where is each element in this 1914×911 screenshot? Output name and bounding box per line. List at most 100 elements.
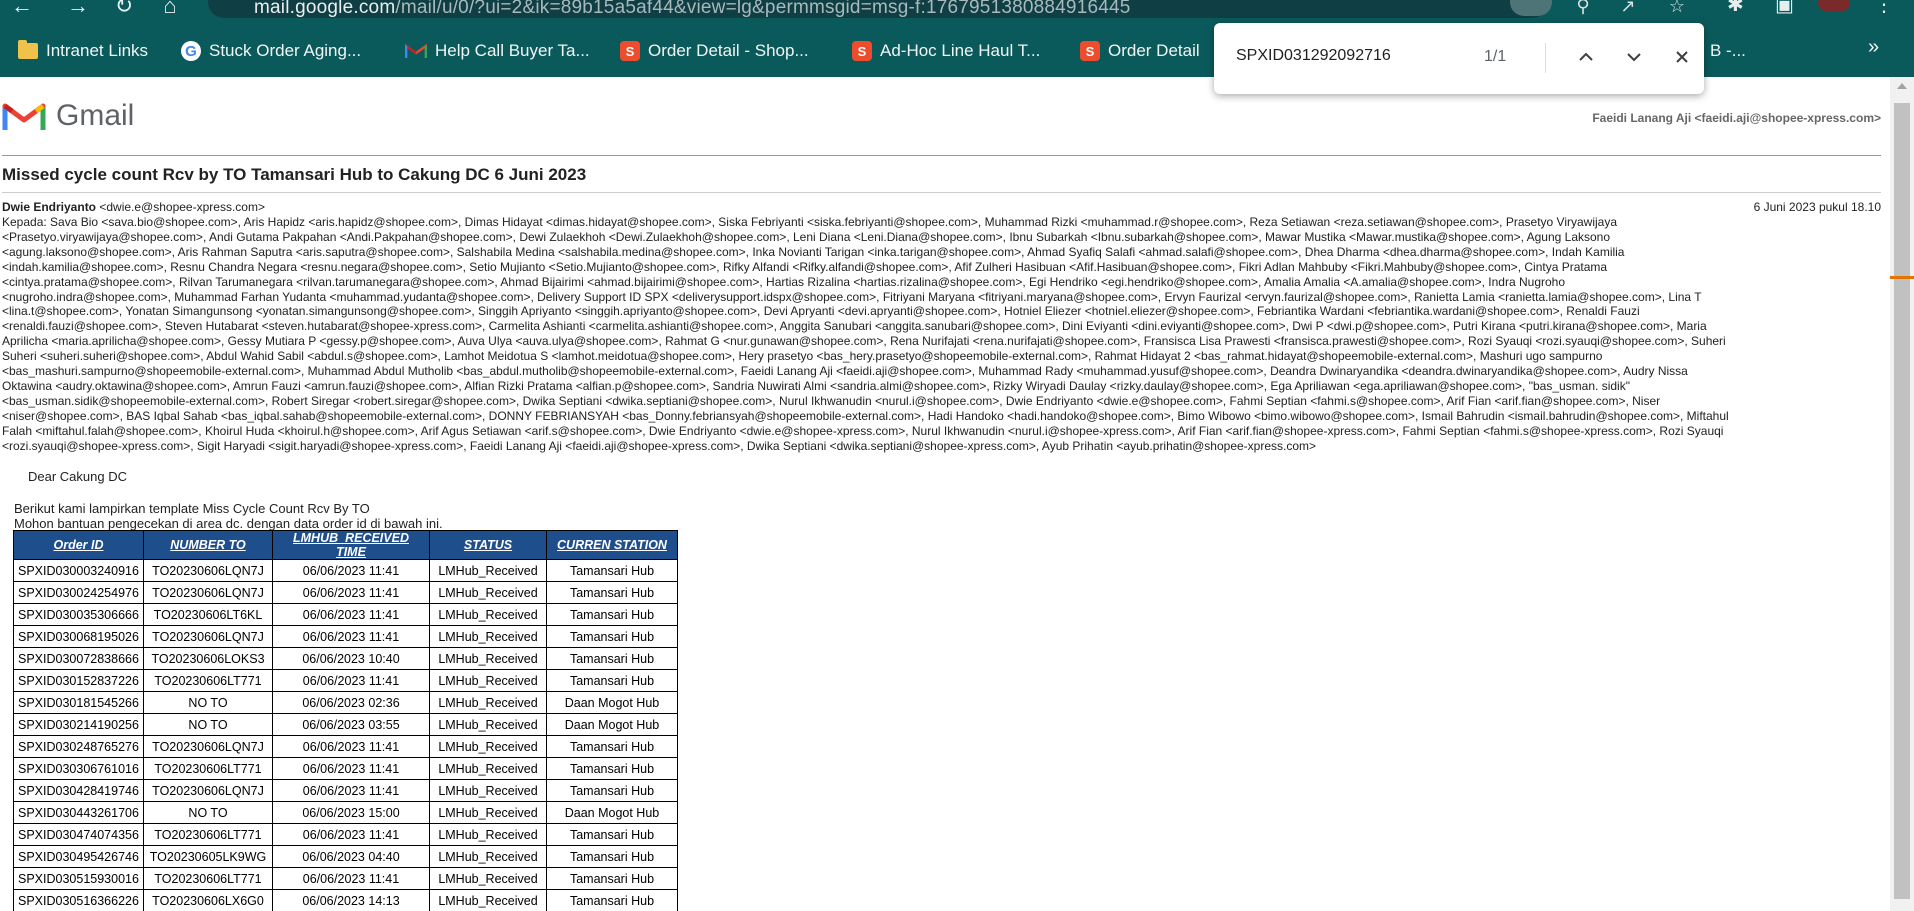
bookmark-intranet-links[interactable]: Intranet Links [18,37,148,65]
menu-kebab-icon[interactable]: ⋮ [1874,0,1894,15]
bookmarks-overflow-button[interactable]: » [1868,36,1879,59]
recipient-line: Oktawina <audry.oktawina@shopee.com>, Am… [2,378,1630,393]
table-cell: Tamansari Hub [546,845,678,868]
bookmark-label: Order Detail [1108,41,1200,60]
back-arrow-icon[interactable]: ← [10,0,34,17]
table-cell: TO20230606LQN7J [143,559,273,582]
table-row: SPXID030495426746 TO20230605LK9WG 06/06/20… [13,845,678,868]
bookmark-order-detail-shop[interactable]: S Order Detail - Shop... [620,37,809,65]
table-cell: Tamansari Hub [546,779,678,802]
address-bar[interactable]: mail.google.com/mail/u/0/?ui=2&ik=89b15a… [208,0,1548,18]
table-cell: Tamansari Hub [546,735,678,758]
side-panel-icon[interactable]: ▣ [1775,0,1794,15]
table-cell: LMHub_Received [429,669,547,692]
find-next-button[interactable] [1619,42,1649,72]
table-cell: Tamansari Hub [546,889,678,911]
sender-name: Dwie Endriyanto [2,200,97,214]
home-icon[interactable]: ⌂ [158,0,182,17]
table-cell: SPXID030024254976 [13,581,144,604]
recipient-list: Kepada: Sava Bio <sava.bio@shopee.com>, … [2,215,1882,454]
bookmark-label: Help Call Buyer Ta... [435,41,590,60]
recipient-line: <agung.laksono@shopee.com>, Aris Rahman … [2,244,1625,259]
table-cell: LMHub_Received [429,603,547,626]
table-cell: 06/06/2023 11:41 [272,625,430,648]
url-host: mail.google.com [254,0,396,18]
table-row: SPXID030516366226 TO20230606LX6G0 06/06/20… [13,889,678,911]
bookmark-order-detail[interactable]: S Order Detail [1080,37,1200,65]
subject-divider [2,192,1881,193]
find-close-button[interactable] [1667,42,1697,72]
folder-icon [18,40,38,59]
table-cell: Tamansari Hub [546,603,678,626]
table-cell: TO20230606LT771 [143,757,273,780]
gmail-print-view: Gmail Faeidi Lanang Aji <faeidi.aji@shop… [0,77,1890,911]
forward-arrow-icon[interactable]: → [66,0,90,17]
extensions-icon[interactable]: ✱ [1727,0,1744,15]
table-row: SPXID030474074356 TO20230606LT771 06/06/20… [13,823,678,846]
chevron-up-icon [1579,52,1593,61]
sender-line: Dwie Endriyanto <dwie.e@shopee-xpress.co… [2,200,265,214]
table-row: SPXID030024254976 TO20230606LQN7J 06/06/20… [13,581,678,604]
bookmark-partial[interactable]: B -... [1710,37,1746,65]
gmail-icon [404,43,428,59]
table-cell: LMHub_Received [429,845,547,868]
zoom-icon[interactable]: ⚲ [1569,0,1597,18]
table-cell: 06/06/2023 11:41 [272,757,430,780]
share-icon[interactable]: ↗ [1614,0,1642,18]
table-cell: SPXID030072838666 [13,647,144,670]
bookmark-help-call-buyer[interactable]: Help Call Buyer Ta... [404,37,590,65]
google-icon: G [181,41,201,61]
find-input[interactable] [1236,47,1456,65]
table-row: SPXID030428419746 TO20230606LQN7J 06/06/20… [13,779,678,802]
col-header-received-time: LMHUB_RECEIVED TIME [272,530,430,560]
table-cell: TO20230606LT771 [143,867,273,890]
find-in-page-bar: 1/1 [1214,23,1704,94]
recipient-line: <bas_mashuri.sampurno@shopeemobile-exter… [2,364,1688,379]
table-header-row: Order ID NUMBER TO LMHUB_RECEIVED TIME S… [13,530,678,560]
col-header-status: STATUS [429,530,547,560]
table-cell: SPXID030515930016 [13,867,144,890]
scroll-up-arrow-icon[interactable] [1897,83,1907,89]
find-result-marker [1890,276,1914,279]
email-greeting: Dear Cakung DC [28,469,127,484]
lens-button[interactable] [1510,0,1552,16]
table-cell: SPXID030495426746 [13,845,144,868]
table-cell: SPXID030214190256 [13,713,144,736]
recipient-line: <rozi.syauqi@shopee-xpress.com>, Sigit H… [2,438,1317,453]
table-cell: 06/06/2023 11:41 [272,581,430,604]
table-cell: TO20230606LX6G0 [143,889,273,911]
table-cell: Tamansari Hub [546,757,678,780]
reload-icon[interactable]: ↻ [112,0,136,17]
shopee-icon: S [1080,41,1100,61]
table-cell: LMHub_Received [429,559,547,582]
bookmark-ad-hoc-line-haul[interactable]: S Ad-Hoc Line Haul T... [852,37,1040,65]
table-cell: SPXID030003240916 [13,559,144,582]
table-cell: TO20230605LK9WG [143,845,273,868]
url-text[interactable]: mail.google.com/mail/u/0/?ui=2&ik=89b15a… [254,0,1131,19]
browser-toolbar: ← → ↻ ⌂ mail.google.com/mail/u/0/?ui=2&i… [0,0,1914,20]
col-header-current-station: CURREN STATION [546,530,678,560]
table-cell: 06/06/2023 11:41 [272,823,430,846]
table-cell: TO20230606LQN7J [143,735,273,758]
table-cell: SPXID030181545266 [13,691,144,714]
sender-email: <dwie.e@shopee-xpress.com> [99,200,265,214]
bookmark-star-icon[interactable]: ☆ [1663,0,1691,18]
table-cell: Tamansari Hub [546,823,678,846]
recipient-line: Suheri <suheri.suheri@shopee.com>, Abdul… [2,349,1603,364]
find-previous-button[interactable] [1571,42,1601,72]
table-cell: 06/06/2023 11:41 [272,603,430,626]
table-cell: Tamansari Hub [546,669,678,692]
table-cell: Tamansari Hub [546,559,678,582]
scrollbar-thumb[interactable] [1894,103,1910,899]
table-cell: LMHub_Received [429,801,547,824]
bookmark-stuck-order[interactable]: G Stuck Order Aging... [181,37,361,65]
bookmark-label: Order Detail - Shop... [648,41,809,60]
find-match-count: 1/1 [1484,48,1507,65]
page-scrollbar[interactable] [1890,77,1914,911]
profile-avatar[interactable] [1818,0,1850,11]
email-intro-line: Mohon bantuan pengecekan di area dc. den… [14,516,443,531]
table-cell: 06/06/2023 11:41 [272,867,430,890]
order-table: Order ID NUMBER TO LMHUB_RECEIVED TIME S… [13,530,678,911]
table-row: SPXID030068195026 TO20230606LQN7J 06/06/20… [13,625,678,648]
table-cell: SPXID030306761016 [13,757,144,780]
